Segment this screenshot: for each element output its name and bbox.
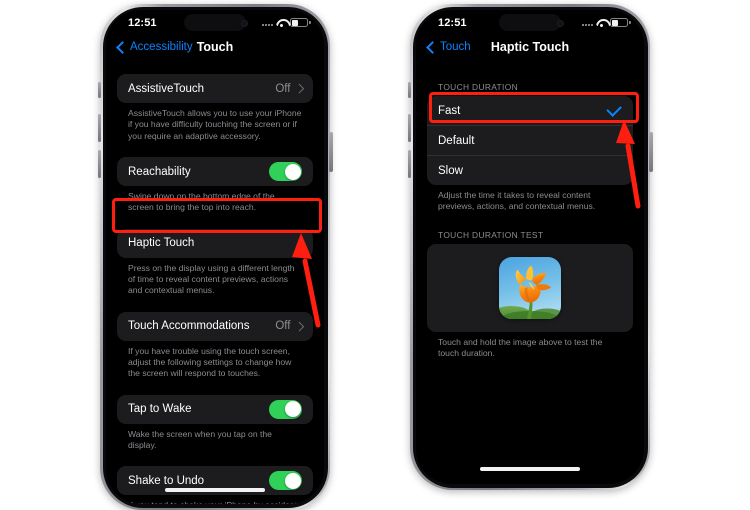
power-button[interactable] <box>329 132 333 172</box>
footnote-touch-duration: Adjust the time it takes to reveal conte… <box>438 190 596 212</box>
group-touch-duration: Fast Default Slow <box>427 96 633 185</box>
settings-list-right: TOUCH DURATION Fast Default Slow Adjust … <box>416 65 644 359</box>
footnote-haptic-touch: Press on the display using a different l… <box>128 262 295 296</box>
row-value: Off <box>275 320 291 333</box>
front-camera-sensor-icon <box>557 20 564 27</box>
navigation-bar: Touch Haptic Touch <box>416 37 644 65</box>
row-haptic-touch[interactable]: Haptic Touch <box>117 229 313 258</box>
volume-up-button[interactable] <box>97 114 101 142</box>
volume-down-button[interactable] <box>97 150 101 178</box>
home-indicator[interactable] <box>165 488 265 492</box>
row-label: Tap to Wake <box>128 403 192 416</box>
option-slow[interactable]: Slow <box>427 156 633 185</box>
row-accessory: Off <box>275 320 304 333</box>
volume-down-button[interactable] <box>407 150 411 178</box>
battery-icon <box>290 18 311 27</box>
wifi-icon <box>596 19 607 27</box>
toggle-reachability[interactable] <box>269 162 302 182</box>
iphone-device-left: 12:51 Accessibility Touch AssistiveTouch… <box>97 4 333 510</box>
footnote-assistivetouch: AssistiveTouch allows you to use your iP… <box>128 108 302 141</box>
front-camera-sensor-icon <box>241 20 248 27</box>
row-reachability[interactable]: Reachability <box>117 157 313 186</box>
silent-switch[interactable] <box>408 82 411 98</box>
volume-up-button[interactable] <box>407 114 411 142</box>
row-label: Shake to Undo <box>128 474 205 487</box>
navigation-bar: Accessibility Touch <box>106 37 324 65</box>
wifi-icon <box>276 19 287 27</box>
row-accessory <box>294 238 304 248</box>
footnote-touch-accommodations: If you have trouble using the touch scre… <box>128 345 292 379</box>
row-touch-accommodations[interactable]: Touch Accommodations Off <box>117 312 313 341</box>
poppy-flower-svg <box>499 256 561 319</box>
row-assistivetouch[interactable]: AssistiveTouch Off <box>117 74 313 103</box>
section-header-touch-duration: TOUCH DURATION <box>438 82 518 92</box>
option-fast[interactable]: Fast <box>427 96 633 126</box>
option-default[interactable]: Default <box>427 126 633 156</box>
row-label: Haptic Touch <box>128 237 195 250</box>
footnote-tap-to-wake: Wake the screen when you tap on the disp… <box>128 428 272 451</box>
row-label: Touch Accommodations <box>128 320 250 333</box>
option-label: Slow <box>438 164 463 177</box>
page-title: Haptic Touch <box>490 40 570 54</box>
checkmark-icon <box>606 101 622 117</box>
page-title: Touch <box>196 40 234 54</box>
group-tap-to-wake: Tap to Wake <box>117 394 313 424</box>
status-icons <box>262 18 311 27</box>
silent-switch[interactable] <box>98 82 101 98</box>
battery-icon <box>610 18 631 27</box>
row-label: Reachability <box>128 165 191 178</box>
screenshot-stage: 12:51 Accessibility Touch AssistiveTouch… <box>0 0 750 510</box>
status-time: 12:51 <box>438 17 467 29</box>
footnote-shake-to-undo: If you tend to shake your iPhone by acci… <box>128 500 302 504</box>
iphone-device-right: 12:51 Touch Haptic Touch TOUCH DURATION … <box>407 4 653 490</box>
status-bar: 12:51 <box>106 10 324 37</box>
settings-list-left: AssistiveTouch Off AssistiveTouch allows… <box>106 65 324 504</box>
poppy-flower-image[interactable] <box>499 256 561 319</box>
chevron-right-icon <box>294 321 304 331</box>
row-tap-to-wake[interactable]: Tap to Wake <box>117 395 313 424</box>
footnote-touch-duration-test: Touch and hold the image above to test t… <box>438 336 603 359</box>
home-indicator[interactable] <box>480 467 580 471</box>
dynamic-island <box>499 14 561 31</box>
status-bar: 12:51 <box>416 10 644 37</box>
status-time: 12:51 <box>128 17 157 29</box>
option-label: Fast <box>438 104 461 117</box>
power-button[interactable] <box>649 132 653 172</box>
row-accessory: Off <box>275 82 304 95</box>
device-screen-left: 12:51 Accessibility Touch AssistiveTouch… <box>106 10 324 504</box>
chevron-right-icon <box>294 83 304 94</box>
toggle-tap-to-wake[interactable] <box>269 399 302 419</box>
dynamic-island <box>184 14 246 31</box>
footnote-reachability: Swipe down on the bottom edge of the scr… <box>128 191 275 213</box>
cellular-signal-icon <box>582 19 593 26</box>
row-label: AssistiveTouch <box>128 82 205 95</box>
touch-duration-test-card[interactable] <box>427 243 633 332</box>
device-screen-right: 12:51 Touch Haptic Touch TOUCH DURATION … <box>416 10 644 484</box>
group-reachability: Reachability <box>117 157 313 187</box>
section-header-touch-duration-test: TOUCH DURATION TEST <box>438 229 544 240</box>
row-value: Off <box>275 82 291 95</box>
status-icons <box>582 18 631 27</box>
cellular-signal-icon <box>262 19 273 26</box>
option-label: Default <box>438 134 475 147</box>
group-touch-accommodations: Touch Accommodations Off <box>117 311 313 341</box>
chevron-right-icon <box>294 238 304 248</box>
group-haptic-touch: Haptic Touch <box>117 228 313 258</box>
group-assistivetouch: AssistiveTouch Off <box>117 74 313 103</box>
toggle-shake-to-undo[interactable] <box>269 471 302 491</box>
